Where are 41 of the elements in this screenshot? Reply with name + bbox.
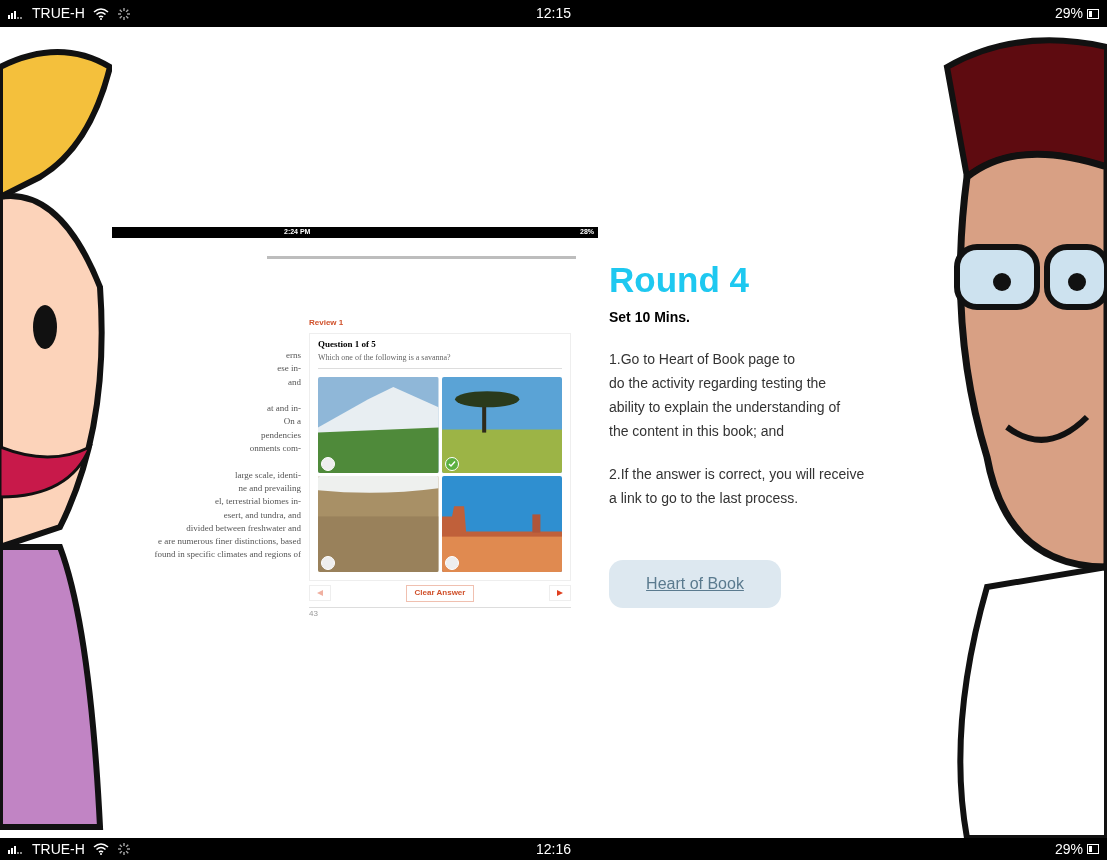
clock-time: 12:15 (535, 4, 571, 23)
book-text-line: ne and prevailing (238, 481, 301, 495)
question-title: Question 1 of 5 (318, 338, 377, 351)
battery-icon (1087, 844, 1099, 854)
carrier-name: TRUE-H (32, 4, 85, 23)
book-text-line: at and in- (267, 402, 301, 416)
question-prompt: Which one of the following is a savanna? (318, 351, 562, 369)
heart-of-book-button[interactable]: Heart of Book (609, 560, 781, 608)
book-text-line: and (288, 375, 301, 389)
book-text-line: onments com- (249, 442, 301, 456)
instruction-paragraph: 1.Go to Heart of Book page to do the activity regarding testing the ability to explain the understanding of the content in this book; and (609, 350, 842, 441)
book-text-line: el, terrestrial biomes in- (215, 495, 301, 509)
clock-time: 12:16 (535, 839, 571, 859)
activity-spinner-icon (116, 842, 131, 856)
battery-icon (1087, 8, 1099, 19)
instruction-paragraph: 2.If the answer is correct, you will receive a link to go to the last process. (609, 465, 866, 508)
section-heading: Review 1 (309, 317, 345, 329)
book-text-line: found in specific climates and regions of (154, 548, 301, 562)
book-text-line: erns (286, 349, 301, 362)
previous-button[interactable] (309, 585, 331, 601)
left-triangle-icon (317, 590, 323, 596)
book-text-line: e are numerous finer distinctions, based (158, 535, 301, 549)
book-text-line: esert, and tundra, and (223, 508, 301, 522)
battery-percent: 29% (1054, 839, 1083, 859)
right-triangle-icon (557, 590, 563, 596)
book-text-line: pendencies (261, 428, 301, 442)
book-text-line: On a (283, 415, 301, 429)
activity-spinner-icon (116, 6, 131, 21)
clear-answer-button[interactable]: Clear Answer (405, 584, 475, 602)
carrier-name: TRUE-H (32, 839, 85, 859)
book-text-line: divided between freshwater and (186, 521, 301, 535)
check-icon (447, 459, 456, 468)
next-button[interactable] (549, 585, 571, 601)
wifi-icon (92, 7, 109, 20)
round-subtitle: Set 10 Mins. (609, 308, 691, 327)
book-text-line: ese in- (277, 362, 301, 376)
book-text-line: large scale, identi- (234, 468, 301, 482)
wifi-icon (92, 843, 109, 855)
page-number: 43 (309, 608, 319, 619)
battery-percent: 29% (1054, 4, 1083, 23)
round-title: Round 4 (609, 260, 750, 300)
